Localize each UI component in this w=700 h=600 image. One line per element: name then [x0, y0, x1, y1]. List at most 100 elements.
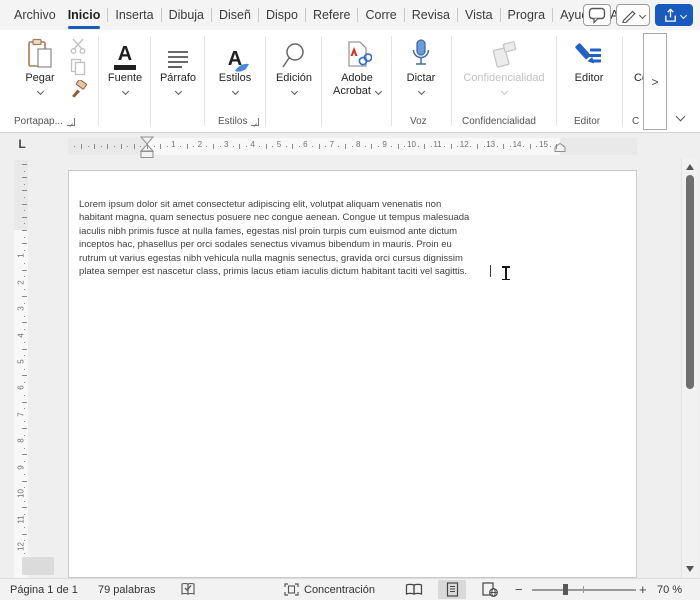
text-line[interactable]: rutrum ut varius egestas nibh vehicula n… — [79, 252, 497, 265]
adobe-pdf-icon — [342, 36, 372, 70]
ruler-tick — [22, 454, 27, 455]
ruler-number: 1 — [169, 140, 177, 149]
tab-dibuja[interactable]: Dibuja — [163, 0, 210, 30]
comments-button[interactable] — [583, 4, 611, 26]
format-painter-icon[interactable] — [69, 80, 88, 99]
editor-group-label: Editor — [574, 116, 600, 127]
tab-revisa[interactable]: Revisa — [406, 0, 456, 30]
ruler-tick — [530, 144, 531, 149]
ruler-tick — [160, 144, 161, 149]
sensitivity-label: Confidencialidad — [463, 72, 544, 85]
tab-separator — [161, 8, 162, 22]
ruler-dot — [154, 146, 155, 147]
paragraph-group-button[interactable]: Párrafo — [154, 36, 202, 94]
ribbon-scroll-right-button[interactable]: > — [643, 33, 667, 130]
paste-button[interactable]: Pegar — [16, 36, 64, 94]
vertical-scrollbar[interactable] — [681, 158, 698, 578]
tab-dispo[interactable]: Dispo — [260, 0, 304, 30]
ruler-dot — [510, 146, 511, 147]
text-line[interactable]: inceptos hac, phasellus per orci sodales… — [79, 238, 497, 251]
editing-group-button[interactable]: Edición — [269, 36, 319, 94]
tab-progra[interactable]: Progra — [502, 0, 552, 30]
dictate-button[interactable]: Dictar — [395, 36, 447, 94]
ruler-tick — [371, 144, 372, 149]
ruler-tick — [121, 144, 122, 149]
ruler-number: 6 — [301, 140, 309, 149]
ruler-dot — [352, 146, 353, 147]
editor-button[interactable]: Editor — [560, 36, 618, 85]
document-area: L 123456789101112131415 123456789101112 … — [0, 133, 700, 578]
sensitivity-button[interactable]: Confidencialidad — [455, 36, 553, 94]
copy-icon[interactable] — [70, 58, 87, 76]
adobe-acrobat-button[interactable]: Adobe Acrobat — [325, 36, 389, 98]
dialog-launcher-icon[interactable] — [251, 118, 259, 126]
ruler-number: 6 — [17, 383, 26, 393]
zoom-slider-track[interactable] — [532, 589, 636, 591]
ruler-number: 12 — [460, 140, 468, 149]
styles-icon: A — [228, 36, 242, 70]
cut-icon[interactable] — [69, 38, 87, 54]
zoom-level[interactable]: 70 % — [657, 579, 682, 600]
font-group-button[interactable]: A Fuente — [102, 36, 148, 94]
tab-separator — [457, 8, 458, 22]
share-button[interactable] — [655, 4, 693, 26]
tab-inicio[interactable]: Inicio — [62, 0, 107, 30]
ruler-number: 8 — [354, 140, 362, 149]
text-line[interactable]: platea semper est nascetur class, primis… — [79, 265, 497, 278]
ruler-dot — [24, 501, 25, 502]
ruler-dot — [24, 527, 25, 528]
zoom-slider-handle[interactable] — [563, 584, 568, 595]
draw-tool-button[interactable] — [616, 4, 650, 26]
ribbon: Pegar Portapap... — [0, 30, 700, 133]
page-indicator[interactable]: Página 1 de 1 — [10, 579, 78, 600]
tab-corre[interactable]: Corre — [359, 0, 402, 30]
focus-mode-toggle[interactable]: Concentración — [284, 579, 375, 600]
sensitivity-group-label: Confidencialidad — [462, 116, 536, 127]
ruler-dot — [24, 263, 25, 264]
styles-button[interactable]: A Estilos — [208, 36, 262, 94]
web-layout-button[interactable] — [476, 580, 504, 599]
ruler-dot — [286, 146, 287, 147]
scrollbar-thumb[interactable] — [686, 175, 694, 389]
addins-group-label: C — [632, 116, 639, 127]
scroll-up-icon[interactable] — [686, 164, 694, 170]
ruler-number: 1 — [17, 251, 26, 261]
collapse-ribbon-button[interactable] — [672, 108, 688, 124]
ruler-dot — [325, 146, 326, 147]
read-mode-button[interactable] — [400, 580, 428, 599]
v-ruler[interactable]: 123456789101112 — [14, 160, 28, 578]
print-layout-button[interactable] — [438, 580, 466, 599]
ruler-number: 2 — [196, 140, 204, 149]
zoom-in-button[interactable]: + — [639, 579, 647, 600]
tab-inserta[interactable]: Inserta — [109, 0, 159, 30]
chevron-down-icon — [375, 88, 382, 95]
scroll-down-icon[interactable] — [686, 566, 694, 572]
ruler-tick — [292, 144, 293, 149]
word-count[interactable]: 79 palabras — [98, 579, 156, 600]
text-line[interactable]: iaculis nibh primis fusce at nulla fames… — [79, 225, 497, 238]
ruler-dot — [24, 197, 25, 198]
dictate-label: Dictar — [407, 72, 436, 85]
tab-list: ArchivoInicioInsertaDibujaDiseñDispoRefe… — [0, 0, 649, 30]
ruler-dot — [272, 146, 273, 147]
microphone-icon — [410, 36, 432, 70]
dialog-launcher-icon[interactable] — [67, 118, 75, 126]
zoom-out-button[interactable]: − — [515, 579, 523, 600]
ruler-number: 12 — [17, 541, 26, 551]
ruler-dot — [24, 184, 25, 185]
tab-vista[interactable]: Vista — [459, 0, 499, 30]
proofing-status[interactable] — [180, 579, 196, 600]
h-ruler[interactable]: 123456789101112131415 — [0, 136, 680, 158]
ruler-dot — [24, 210, 25, 211]
paragraph-lines-icon — [166, 36, 190, 70]
status-bar: Página 1 de 1 79 palabras Concentración — [0, 578, 700, 600]
text-block[interactable]: Lorem ipsum dolor sit amet consectetur a… — [79, 198, 497, 278]
text-line[interactable]: Lorem ipsum dolor sit amet consectetur a… — [79, 198, 497, 211]
horizontal-scrollbar-thumb[interactable] — [22, 557, 54, 575]
tab-archivo[interactable]: Archivo — [8, 0, 62, 30]
tab-separator — [357, 8, 358, 22]
tab-dise[interactable]: Diseñ — [213, 0, 257, 30]
ruler-tick — [451, 144, 452, 149]
tab-refere[interactable]: Refere — [307, 0, 357, 30]
text-line[interactable]: habitant magna, quam senectus posuere ne… — [79, 211, 497, 224]
